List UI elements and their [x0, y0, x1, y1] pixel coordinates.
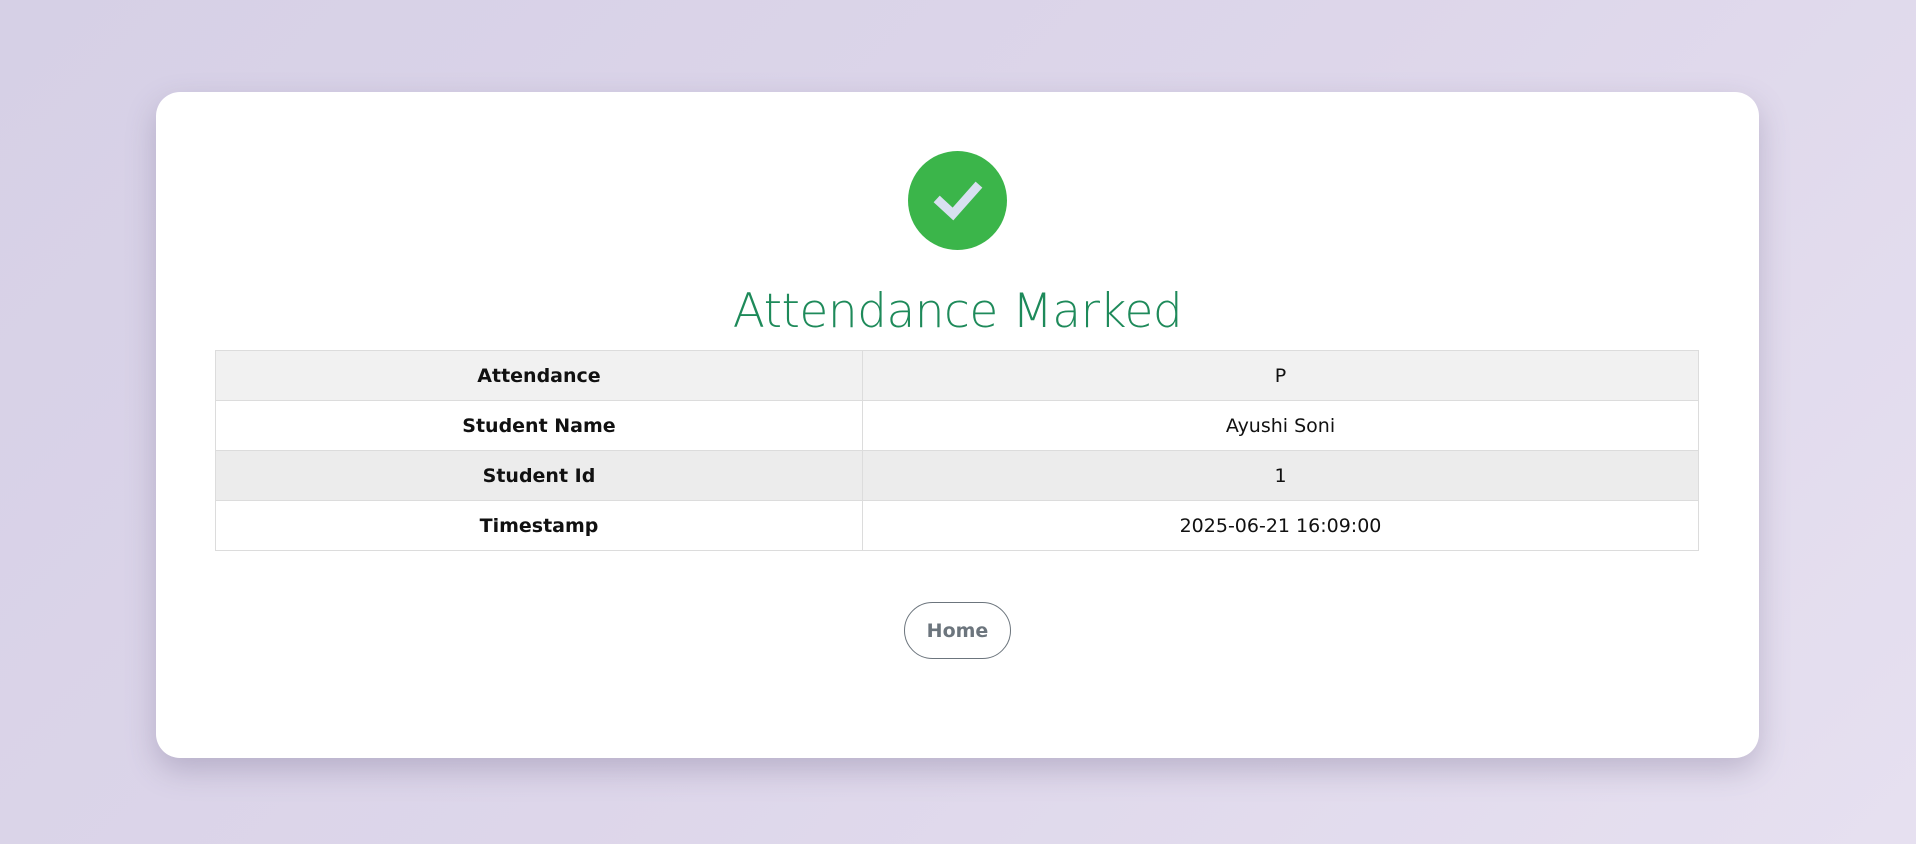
- row-label: Timestamp: [215, 500, 863, 551]
- row-label: Attendance: [215, 350, 863, 401]
- row-value: P: [862, 350, 1699, 401]
- row-value: Ayushi Soni: [862, 400, 1699, 451]
- attendance-details-table: Attendance P Student Name Ayushi Soni St…: [215, 350, 1699, 551]
- attendance-card: Attendance Marked Attendance P Student N…: [156, 92, 1759, 758]
- home-button[interactable]: Home: [904, 602, 1011, 659]
- row-label: Student Name: [215, 400, 863, 451]
- check-mark-glyph: [933, 181, 982, 220]
- row-value: 2025-06-21 16:09:00: [862, 500, 1699, 551]
- check-icon: [908, 151, 1007, 250]
- row-label: Student Id: [215, 450, 863, 501]
- table-row: Student Name Ayushi Soni: [215, 400, 1699, 451]
- row-value: 1: [862, 450, 1699, 501]
- table-row: Timestamp 2025-06-21 16:09:00: [215, 500, 1699, 551]
- table-row: Attendance P: [215, 350, 1699, 401]
- table-row: Student Id 1: [215, 450, 1699, 501]
- page-title: Attendance Marked: [732, 284, 1183, 339]
